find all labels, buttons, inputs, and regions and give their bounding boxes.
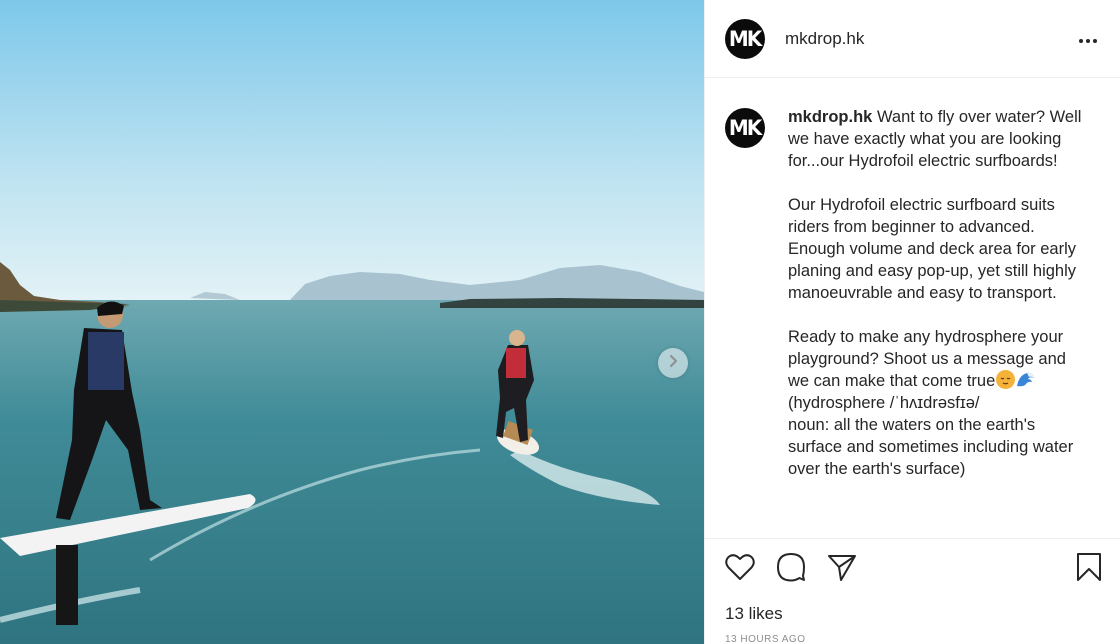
paper-plane-icon [827,553,857,586]
like-button[interactable] [723,553,757,587]
caption-paragraph-2: Our Hydrofoil electric surfboard suits r… [788,196,1077,302]
avatar[interactable]: MK [725,18,765,59]
heart-icon [725,553,755,586]
caption-paragraph-3-end: (hydrosphere /ˈhʌɪdrəsfɪə/ noun: all the… [788,394,1074,478]
water-wave-emoji-icon [1016,370,1036,389]
more-options-icon [1078,31,1098,49]
avatar-logo-text: MK [729,116,762,140]
avatar-logo-text: MK [729,26,762,51]
likes-count[interactable]: 13 likes [705,600,1120,634]
post-media[interactable] [0,0,704,644]
post-side-panel: MK mkdrop.hk MK mkdrop.hk Want to fly ov… [704,0,1120,644]
post-photo [0,0,704,644]
share-button[interactable] [825,553,859,587]
action-bar [705,538,1120,600]
post-timestamp[interactable]: 13 HOURS AGO [705,634,1120,644]
next-slide-button[interactable] [658,348,688,378]
save-button[interactable] [1072,553,1106,587]
comment-bubble-icon [776,552,806,587]
header-username[interactable]: mkdrop.hk [785,29,864,49]
caption-username[interactable]: mkdrop.hk [788,108,872,126]
caption-avatar[interactable]: MK [725,108,765,148]
caption-text: mkdrop.hk Want to fly over water? Well w… [788,106,1083,538]
bookmark-icon [1076,552,1102,587]
relieved-face-emoji-icon [996,370,1016,389]
chevron-right-icon [667,354,679,373]
caption-paragraph-3: Ready to make any hydrosphere your playg… [788,326,1083,480]
comment-button[interactable] [774,553,808,587]
caption-section: MK mkdrop.hk Want to fly over water? Wel… [705,78,1120,538]
post-header: MK mkdrop.hk [705,0,1120,78]
instagram-post: MK mkdrop.hk MK mkdrop.hk Want to fly ov… [0,0,1120,644]
more-options-button[interactable] [1076,28,1100,52]
